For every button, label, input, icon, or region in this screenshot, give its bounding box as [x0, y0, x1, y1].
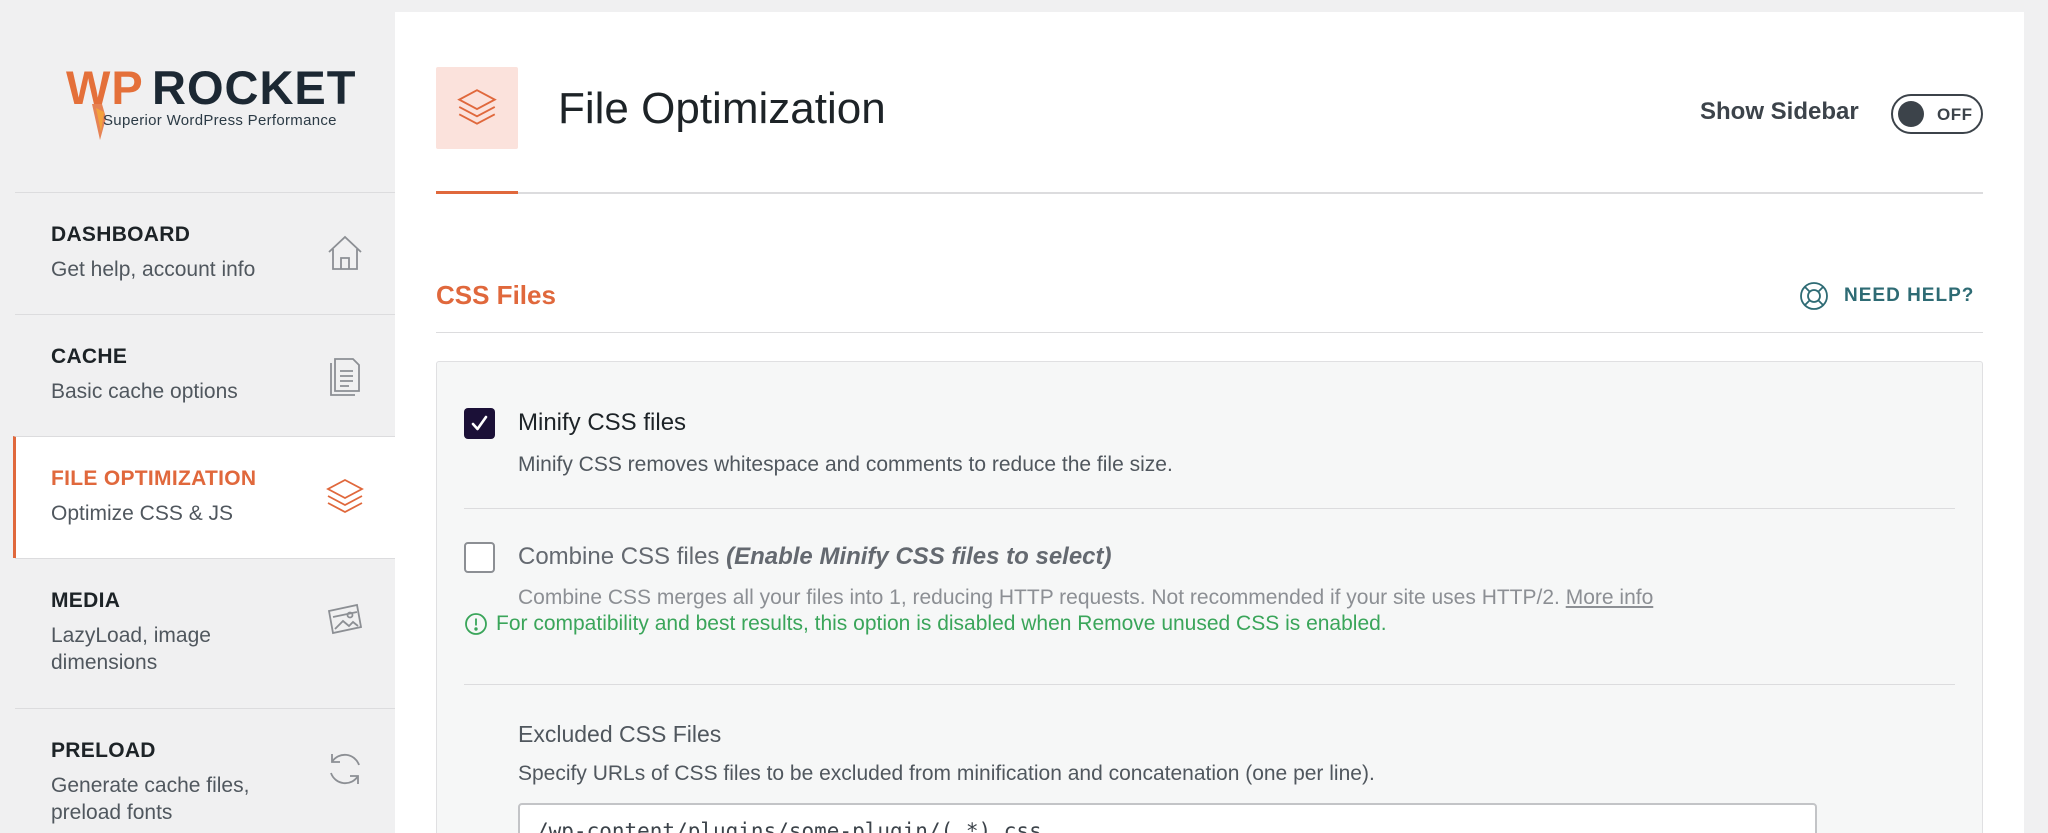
compatibility-notice-text: For compatibility and best results, this…: [496, 612, 1387, 635]
page-title: File Optimization: [558, 84, 886, 133]
sidebar-item-subtitle: Get help, account info: [51, 258, 256, 281]
document-icon: [323, 353, 367, 397]
info-circle-icon: [465, 613, 487, 635]
excluded-css-description: Specify URLs of CSS files to be excluded…: [518, 762, 1375, 785]
more-info-link[interactable]: More info: [1566, 586, 1654, 609]
header-divider-accent: [436, 191, 518, 194]
images-icon: [323, 597, 367, 641]
excluded-css-textarea[interactable]: /wp-content/plugins/some-plugin/(.*).css: [518, 803, 1817, 833]
refresh-icon: [323, 747, 367, 791]
show-sidebar-label: Show Sidebar: [1700, 98, 1859, 125]
sidebar-item-preload[interactable]: PRELOAD Generate cache files, preload fo…: [15, 708, 395, 833]
need-help-link[interactable]: NEED HELP?: [1798, 280, 1974, 312]
sidebar-item-cache[interactable]: CACHE Basic cache options: [15, 314, 395, 436]
logo-tagline: Superior WordPress Performance: [103, 112, 337, 129]
wp-rocket-logo[interactable]: WP ROCKET Superior WordPress Performance: [64, 60, 364, 150]
lifebuoy-icon: [1800, 282, 1828, 310]
home-icon: [323, 231, 367, 275]
sidebar-item-subtitle: Optimize CSS & JS: [51, 502, 234, 525]
header-divider: [436, 192, 1983, 194]
compatibility-notice: For compatibility and best results, this…: [464, 612, 1387, 636]
sidebar-item-dashboard[interactable]: DASHBOARD Get help, account info: [15, 192, 395, 314]
minify-css-label[interactable]: Minify CSS files: [518, 409, 686, 437]
option-divider: [464, 684, 1955, 685]
sidebar-item-subtitle: Basic cache options: [51, 380, 238, 403]
sidebar-item-subtitle: LazyLoad, image dimensions: [51, 624, 211, 674]
main-panel: File Optimization Show Sidebar OFF CSS F…: [395, 12, 2024, 833]
layers-icon: [457, 89, 497, 125]
sidebar-nav: DASHBOARD Get help, account info CACHE B…: [13, 192, 395, 833]
section-divider: [436, 332, 1983, 333]
option-divider: [464, 508, 1955, 509]
section-title: CSS Files: [436, 280, 556, 310]
toggle-state-text: OFF: [1937, 105, 1973, 124]
minify-css-checkbox[interactable]: [464, 408, 495, 439]
sidebar: WP ROCKET Superior WordPress Performance…: [0, 0, 395, 833]
need-help-label: NEED HELP?: [1844, 285, 1975, 306]
combine-css-checkbox[interactable]: [464, 542, 495, 573]
layers-icon: [323, 475, 367, 519]
combine-css-label[interactable]: Combine CSS files (Enable Minify CSS fil…: [518, 543, 1112, 571]
sidebar-item-subtitle: Generate cache files, preload fonts: [51, 774, 250, 824]
combine-css-description: Combine CSS merges all your files into 1…: [518, 586, 1653, 610]
combine-css-label-text: Combine CSS files: [518, 543, 720, 570]
css-options-panel: Minify CSS files Minify CSS removes whit…: [436, 361, 1983, 833]
toggle-knob: [1898, 101, 1924, 127]
page-icon: [436, 67, 518, 149]
minify-css-description: Minify CSS removes whitespace and commen…: [518, 453, 1173, 476]
combine-css-label-note: (Enable Minify CSS files to select): [726, 543, 1112, 570]
checkmark-icon: [471, 415, 488, 431]
combine-css-description-text: Combine CSS merges all your files into 1…: [518, 586, 1560, 609]
logo-wp-text: WP: [66, 61, 144, 114]
logo-rocket-text: ROCKET: [152, 61, 357, 114]
show-sidebar-toggle[interactable]: OFF: [1891, 94, 1983, 134]
sidebar-item-file-optimization[interactable]: FILE OPTIMIZATION Optimize CSS & JS: [13, 436, 395, 558]
excluded-css-title: Excluded CSS Files: [518, 721, 722, 747]
sidebar-item-media[interactable]: MEDIA LazyLoad, image dimensions: [15, 558, 395, 708]
